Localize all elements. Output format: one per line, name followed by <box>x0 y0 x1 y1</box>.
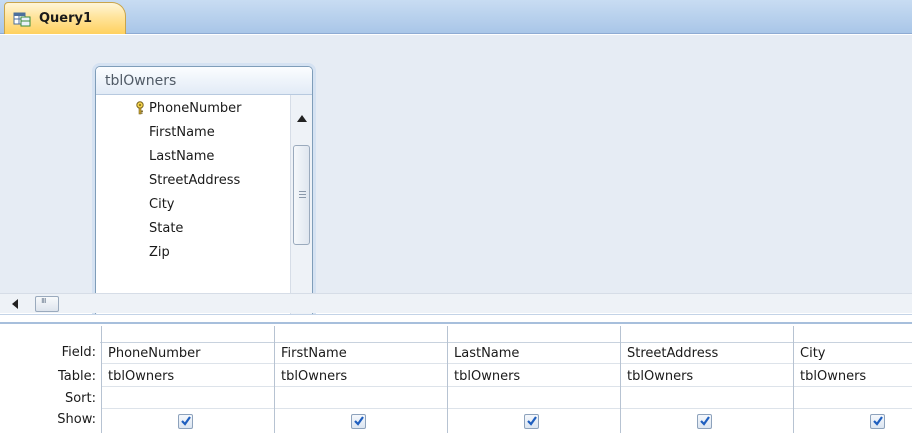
document-tab-strip: Query1 <box>0 0 912 34</box>
field-item-state[interactable]: State <box>96 217 292 241</box>
grid-column: StreetAddress tblOwners <box>620 326 793 433</box>
field-cell[interactable]: LastName <box>448 344 620 364</box>
grid-column: PhoneNumber tblOwners <box>101 326 274 433</box>
field-item-lastname[interactable]: LastName <box>96 145 292 169</box>
field-cell[interactable]: StreetAddress <box>621 344 793 364</box>
pane-splitter[interactable] <box>0 314 912 324</box>
checkmark-icon <box>700 416 710 426</box>
table-field-list-title[interactable]: tblOwners <box>96 67 312 95</box>
field-cell[interactable]: City <box>794 344 912 364</box>
sort-cell[interactable] <box>448 389 620 409</box>
show-checkbox[interactable] <box>697 414 712 429</box>
row-label-field: Field: <box>61 345 96 360</box>
field-cell[interactable]: FirstName <box>275 344 447 364</box>
table-cell[interactable]: tblOwners <box>621 367 793 387</box>
checkmark-icon <box>354 416 364 426</box>
grip-icon <box>299 191 306 198</box>
sort-cell[interactable] <box>794 389 912 409</box>
sort-cell[interactable] <box>102 389 274 409</box>
row-label-show: Show: <box>57 412 96 427</box>
show-checkbox[interactable] <box>870 414 885 429</box>
show-checkbox[interactable] <box>524 414 539 429</box>
field-item-label: PhoneNumber <box>149 101 242 116</box>
row-label-sort: Sort: <box>64 391 96 406</box>
field-list: PhoneNumber FirstName LastName StreetAdd… <box>96 95 292 265</box>
primary-key-icon <box>134 100 146 115</box>
row-label-table: Table: <box>58 369 96 384</box>
design-area-hscrollbar[interactable] <box>0 293 912 313</box>
field-item-zip[interactable]: Zip <box>96 241 292 265</box>
sort-cell[interactable] <box>275 389 447 409</box>
scroll-up-icon[interactable] <box>297 115 307 122</box>
sort-cell[interactable] <box>621 389 793 409</box>
field-list-scrollbar[interactable] <box>290 95 312 317</box>
query-icon <box>13 11 31 27</box>
query-design-grid: Field: Table: Sort: Show: PhoneNumber tb… <box>0 326 912 433</box>
checkmark-icon <box>181 416 191 426</box>
hscroll-thumb[interactable] <box>35 296 59 312</box>
table-cell[interactable]: tblOwners <box>794 367 912 387</box>
grid-column: LastName tblOwners <box>447 326 620 433</box>
table-cell[interactable]: tblOwners <box>275 367 447 387</box>
scroll-left-icon[interactable] <box>12 299 18 309</box>
table-field-list[interactable]: tblOwners PhoneNumber FirstName LastName… <box>95 66 313 318</box>
show-checkbox[interactable] <box>351 414 366 429</box>
tab-query1[interactable]: Query1 <box>4 2 126 34</box>
field-item-city[interactable]: City <box>96 193 292 217</box>
field-cell[interactable]: PhoneNumber <box>102 344 274 364</box>
checkmark-icon <box>527 416 537 426</box>
grid-column: City tblOwners <box>793 326 912 433</box>
grid-column: FirstName tblOwners <box>274 326 447 433</box>
checkmark-icon <box>873 416 883 426</box>
table-cell[interactable]: tblOwners <box>102 367 274 387</box>
table-cell[interactable]: tblOwners <box>448 367 620 387</box>
show-checkbox[interactable] <box>178 414 193 429</box>
query-design-area[interactable]: tblOwners PhoneNumber FirstName LastName… <box>0 35 912 318</box>
tab-label: Query1 <box>39 11 93 26</box>
field-item-phonenumber[interactable]: PhoneNumber <box>96 97 292 121</box>
field-item-firstname[interactable]: FirstName <box>96 121 292 145</box>
scroll-thumb[interactable] <box>293 145 310 245</box>
field-item-streetaddress[interactable]: StreetAddress <box>96 169 292 193</box>
